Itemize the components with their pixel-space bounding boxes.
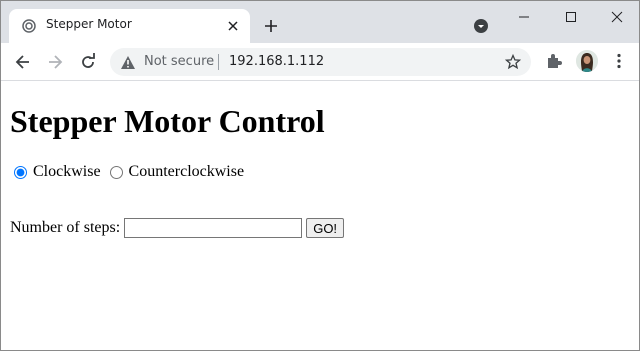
clockwise-option[interactable]: Clockwise bbox=[14, 163, 101, 181]
browser-window: Stepper Motor Not secure 192.168.1.112 S… bbox=[0, 0, 640, 351]
kebab-menu-icon[interactable] bbox=[610, 52, 628, 70]
page-title: Stepper Motor Control bbox=[10, 103, 325, 139]
browser-toolbar: Not secure 192.168.1.112 bbox=[1, 43, 639, 81]
warning-icon[interactable] bbox=[120, 55, 136, 70]
address-bar[interactable]: Not secure 192.168.1.112 bbox=[110, 48, 531, 76]
go-button[interactable]: GO! bbox=[306, 218, 345, 238]
window-close-icon[interactable] bbox=[607, 7, 627, 27]
tab-strip: Stepper Motor bbox=[1, 1, 639, 43]
omnibox-divider bbox=[218, 54, 219, 70]
maximize-icon[interactable] bbox=[561, 7, 581, 27]
steps-label: Number of steps: bbox=[10, 219, 121, 236]
tab-stepper-motor[interactable]: Stepper Motor bbox=[9, 9, 250, 43]
back-arrow-icon[interactable] bbox=[13, 52, 33, 72]
tab-title: Stepper Motor bbox=[46, 17, 132, 31]
reload-icon[interactable] bbox=[78, 52, 98, 72]
profile-avatar[interactable] bbox=[576, 50, 598, 72]
steps-form: Number of steps: GO! bbox=[10, 218, 345, 238]
page-content: Stepper Motor Control Clockwise Counterc… bbox=[1, 81, 639, 350]
counterclockwise-label: Counterclockwise bbox=[128, 163, 245, 180]
avatar-icon bbox=[576, 50, 598, 72]
new-tab-icon[interactable] bbox=[262, 17, 280, 35]
extensions-puzzle-icon[interactable] bbox=[545, 52, 563, 70]
counterclockwise-option[interactable]: Counterclockwise bbox=[109, 163, 245, 181]
steps-input[interactable] bbox=[124, 218, 303, 238]
forward-arrow-icon[interactable] bbox=[45, 52, 65, 72]
globe-icon bbox=[22, 19, 36, 33]
tab-search-icon[interactable] bbox=[473, 18, 489, 34]
direction-options: Clockwise Counterclockwise bbox=[14, 163, 249, 184]
minimize-icon[interactable] bbox=[514, 7, 534, 27]
clockwise-radio[interactable] bbox=[14, 165, 27, 179]
security-label[interactable]: Not secure bbox=[144, 54, 214, 69]
clockwise-label: Clockwise bbox=[33, 163, 101, 180]
counterclockwise-radio[interactable] bbox=[109, 165, 123, 179]
close-tab-icon[interactable] bbox=[225, 18, 241, 34]
bookmark-star-icon[interactable] bbox=[505, 54, 521, 70]
url-text[interactable]: 192.168.1.112 bbox=[229, 54, 324, 69]
